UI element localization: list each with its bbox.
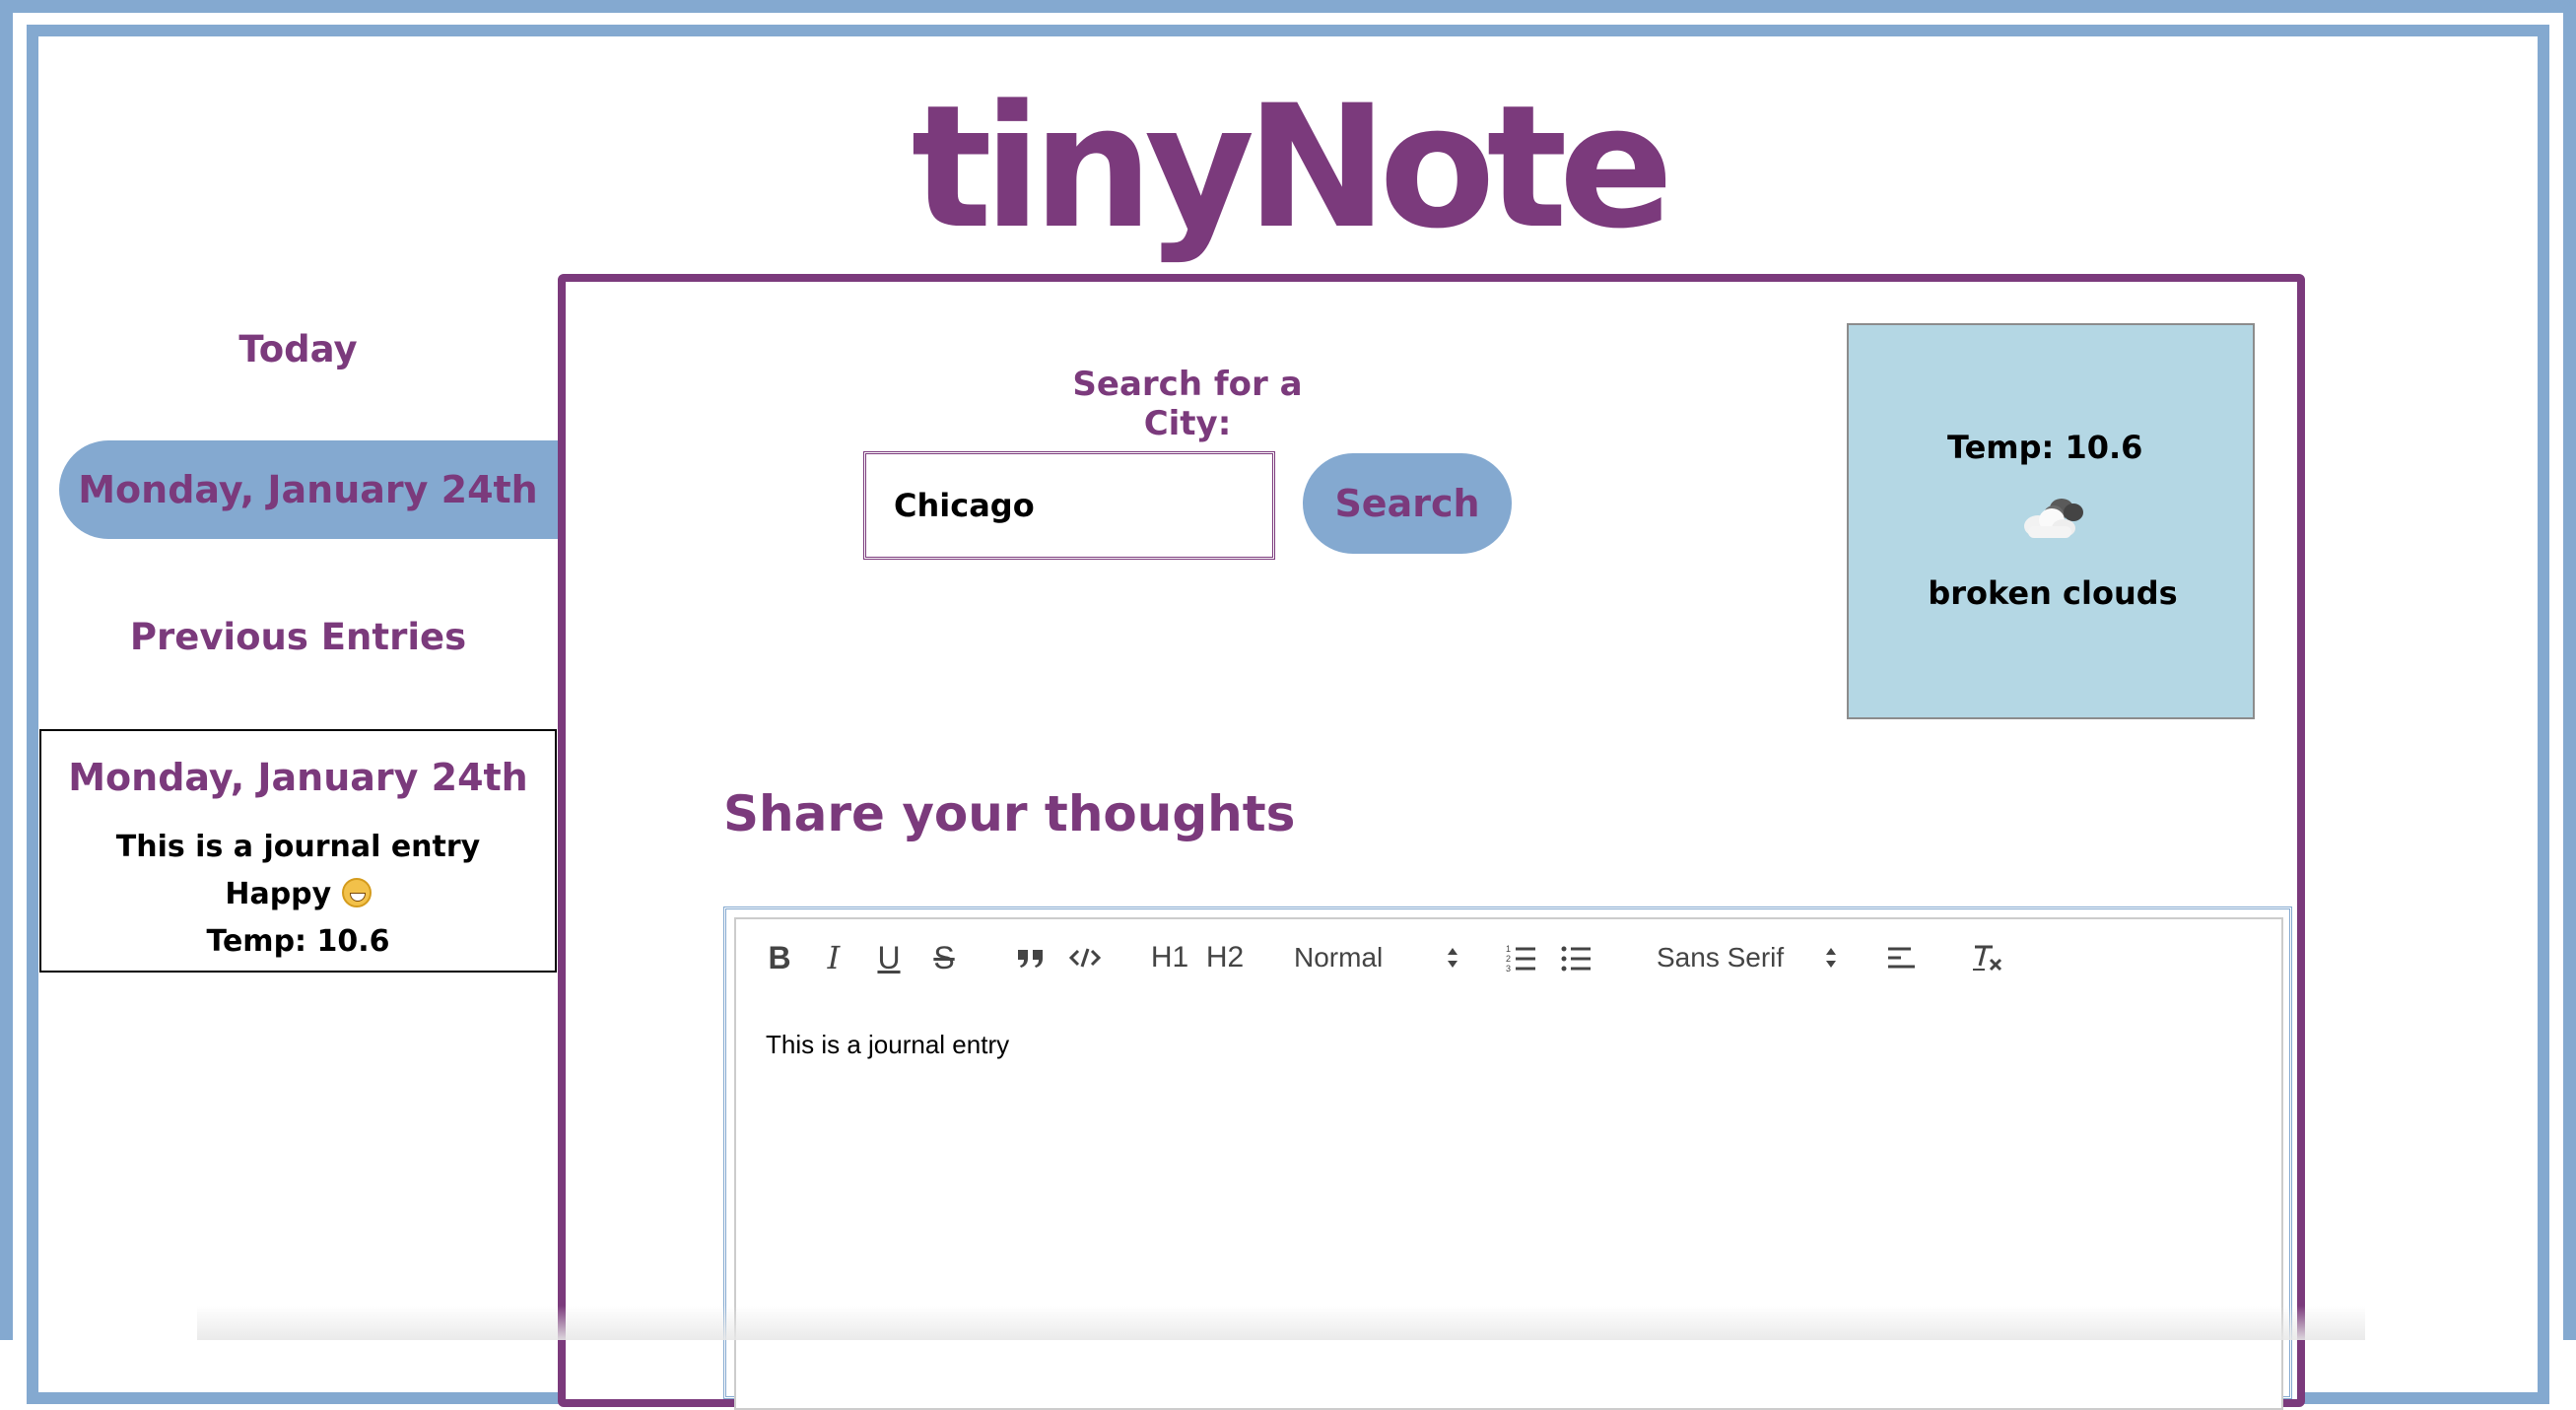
underline-label: U xyxy=(877,939,901,975)
ordered-list-icon[interactable]: 1 2 3 xyxy=(1503,933,1538,982)
bold-label: B xyxy=(768,939,791,975)
code-glyph xyxy=(1069,948,1101,968)
today-heading: Today xyxy=(238,328,358,370)
city-search-label: Search for a City: xyxy=(1072,365,1303,443)
weather-description: broken clouds xyxy=(1928,574,2178,612)
svg-text:3: 3 xyxy=(1506,964,1511,973)
city-search-input[interactable] xyxy=(863,451,1275,560)
strike-label: S xyxy=(933,939,955,975)
bullet-list-icon[interactable] xyxy=(1558,933,1593,982)
strike-button[interactable]: S xyxy=(929,933,959,982)
editor-toolbar: B I U S H1 H2 Normal 1 2 3 Sans Serif xyxy=(734,917,2283,998)
font-family-value: Sans Serif xyxy=(1657,942,1785,973)
svg-text:1: 1 xyxy=(1506,944,1511,954)
weather-temp: Temp: 10.6 xyxy=(1947,429,2143,466)
broken-clouds-icon xyxy=(2024,499,2083,538)
clear-formatting-icon[interactable] xyxy=(1970,933,2005,982)
header-style-select[interactable]: Normal xyxy=(1294,933,1461,982)
code-block-icon[interactable] xyxy=(1067,933,1103,982)
journal-editor: B I U S H1 H2 Normal 1 2 3 Sans Serif Th… xyxy=(723,906,2292,1410)
editor-text-area[interactable]: This is a journal entry xyxy=(734,996,2283,1410)
svg-text:2: 2 xyxy=(1506,954,1511,964)
italic-label: I xyxy=(827,939,841,976)
font-family-select[interactable]: Sans Serif xyxy=(1657,933,1840,982)
entry-mood: Happy xyxy=(41,871,555,918)
heading-1-button[interactable]: H1 xyxy=(1150,933,1189,982)
h2-label: H2 xyxy=(1205,941,1245,974)
weather-card: Temp: 10.6 broken clouds xyxy=(1847,323,2255,719)
header-style-value: Normal xyxy=(1294,942,1384,973)
ordered-list-glyph: 1 2 3 xyxy=(1506,944,1535,973)
blockquote-icon[interactable] xyxy=(1014,933,1048,982)
entry-text: This is a journal entry xyxy=(115,830,481,864)
align-glyph xyxy=(1888,947,1915,969)
heading-2-button[interactable]: H2 xyxy=(1205,933,1245,982)
search-button[interactable]: Search xyxy=(1303,453,1512,554)
bullet-list-glyph xyxy=(1561,946,1591,972)
underline-button[interactable]: U xyxy=(874,933,904,982)
entry-date: Monday, January 24th xyxy=(68,756,528,799)
editor-content: This is a journal entry xyxy=(766,1030,1010,1059)
journal-heading: Share your thoughts xyxy=(723,785,1296,842)
clear-formatting-glyph xyxy=(1973,945,2002,972)
entry-mood-label: Happy xyxy=(225,877,332,911)
h1-label: H1 xyxy=(1150,941,1189,974)
bold-button[interactable]: B xyxy=(766,933,793,982)
entry-temp: Temp: 10.6 xyxy=(206,924,390,959)
align-left-icon[interactable] xyxy=(1885,933,1919,982)
today-date-button[interactable]: Monday, January 24th xyxy=(59,440,572,539)
italic-button[interactable]: I xyxy=(821,933,847,982)
previous-entries-heading: Previous Entries xyxy=(129,616,467,658)
select-arrows-icon xyxy=(1448,948,1457,968)
grinning-face-icon xyxy=(341,878,372,907)
previous-entry-card[interactable]: Monday, January 24th This is a journal e… xyxy=(39,729,557,973)
select-arrows-icon xyxy=(1826,948,1836,968)
app-title: tinyNote xyxy=(911,68,1674,266)
blockquote-glyph xyxy=(1018,950,1043,968)
